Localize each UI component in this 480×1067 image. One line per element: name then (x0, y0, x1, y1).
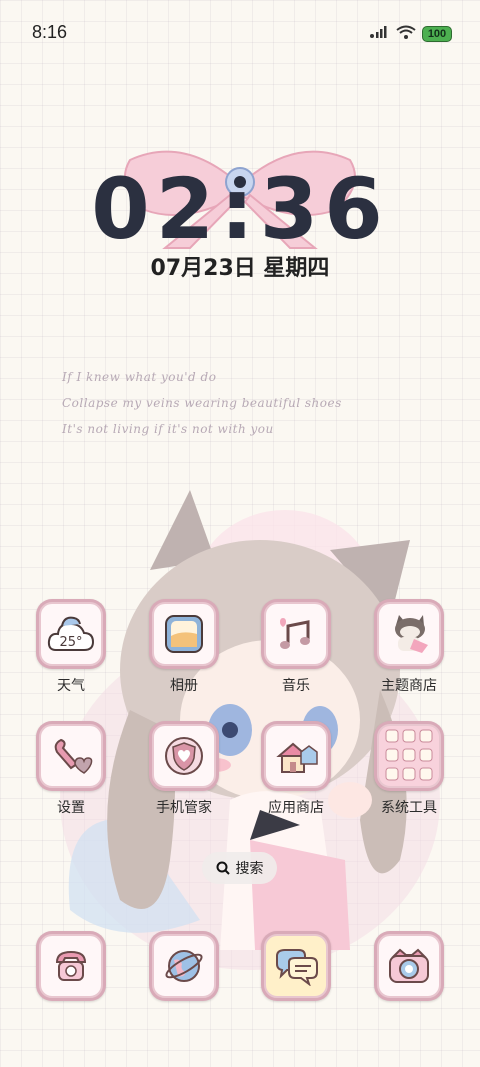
svg-text:25°: 25° (59, 635, 82, 650)
signal-icon (370, 24, 390, 43)
app-label: 天气 (57, 678, 85, 694)
dock-camera[interactable] (359, 931, 459, 1001)
app-music[interactable]: 音乐 (246, 599, 346, 695)
app-music-tile (261, 599, 331, 669)
status-time: 8:16 (32, 22, 68, 42)
music-note-icon (280, 618, 310, 649)
folder-grid-icon (385, 729, 433, 781)
app-app-store[interactable]: 应用商店 (246, 721, 346, 817)
dock-browser-tile (149, 931, 219, 1001)
status-bar: 8:16 100 (0, 0, 480, 68)
app-theme-store[interactable]: 主题商店 (359, 599, 459, 695)
app-system-tools-tile (374, 721, 444, 791)
camera-icon (389, 948, 429, 983)
wifi-icon (396, 24, 416, 43)
app-label: 音乐 (282, 678, 310, 694)
app-label: 相册 (170, 678, 198, 694)
quote-line: If I knew what you'd do (62, 370, 217, 384)
app-system-tools[interactable]: 系统工具 (359, 721, 459, 817)
app-label: 设置 (57, 800, 85, 816)
app-label: 系统工具 (381, 800, 437, 816)
app-phone-manager-tile (149, 721, 219, 791)
clock-time: 02:36 (91, 160, 389, 258)
search-button[interactable]: 搜索 (202, 852, 277, 884)
quote-line: It's not living if it's not with you (62, 422, 274, 436)
battery-icon: 100 (422, 25, 452, 42)
app-theme-store-tile (374, 599, 444, 669)
photo-album-icon (165, 615, 203, 653)
dock-messages[interactable] (246, 931, 346, 1001)
quote-text: If I knew what you'd do Collapse my vein… (62, 364, 342, 442)
globe-icon (165, 950, 203, 982)
app-weather-tile: 25° (36, 599, 106, 669)
app-label: 手机管家 (156, 800, 212, 816)
cat-icon (395, 615, 428, 653)
shield-heart-icon (165, 737, 203, 775)
quote-line: Collapse my veins wearing beautiful shoe… (62, 396, 342, 410)
dock-messages-tile (261, 931, 331, 1001)
dock-phone[interactable] (21, 931, 121, 1001)
chat-bubble-icon (276, 949, 318, 986)
app-phone-manager[interactable]: 手机管家 (134, 721, 234, 817)
app-settings-tile (36, 721, 106, 791)
weather-icon: 25° (47, 616, 95, 651)
dock-browser[interactable] (134, 931, 234, 1001)
phone-icon (55, 950, 87, 981)
dock-phone-tile (36, 931, 106, 1001)
status-icons: 100 (370, 24, 452, 43)
app-label: 应用商店 (268, 800, 324, 816)
app-gallery[interactable]: 相册 (134, 599, 234, 695)
app-weather[interactable]: 25° 天气 (21, 599, 121, 695)
clock-widget[interactable]: 02:36 07月23日 星期四 (0, 140, 480, 285)
app-gallery-tile (149, 599, 219, 669)
app-app-store-tile (261, 721, 331, 791)
wrench-heart-icon (54, 738, 93, 774)
app-label: 主题商店 (381, 678, 437, 694)
dock-camera-tile (374, 931, 444, 1001)
search-icon (216, 861, 230, 875)
search-label: 搜索 (235, 861, 264, 877)
clock-date: 07月23日 星期四 (150, 256, 330, 281)
app-settings[interactable]: 设置 (21, 721, 121, 817)
house-store-icon (276, 742, 318, 773)
